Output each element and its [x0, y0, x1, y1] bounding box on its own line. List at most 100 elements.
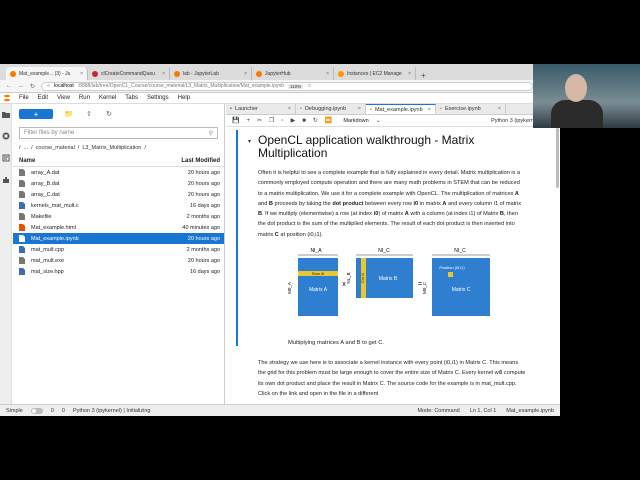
- file-row[interactable]: array_A.dat 20 hours ago: [13, 167, 224, 178]
- menu-tabs[interactable]: Tabs: [125, 95, 138, 101]
- fast-forward-icon[interactable]: ⏩: [325, 117, 332, 124]
- close-tab-icon[interactable]: ×: [162, 71, 165, 77]
- cursor-position[interactable]: Ln 1, Col 1: [470, 408, 497, 414]
- breadcrumb-item[interactable]: course_material: [36, 145, 75, 151]
- paragraph-text: and: [258, 200, 269, 207]
- file-row[interactable]: Makefile 2 months ago: [13, 211, 224, 222]
- paragraph-text: between every row: [363, 200, 414, 207]
- cut-icon[interactable]: ✂: [257, 117, 262, 124]
- kernel-count[interactable]: 0: [62, 408, 65, 414]
- paragraph-text: Often it is helpful to see a complete ex…: [258, 170, 521, 197]
- close-tab-icon[interactable]: ×: [288, 106, 291, 112]
- copy-icon[interactable]: ❐: [269, 117, 274, 124]
- running-kernels-icon[interactable]: [2, 132, 10, 140]
- menu-view[interactable]: View: [57, 95, 70, 101]
- file-modified: 20 hours ago: [187, 180, 220, 187]
- file-modified: 40 minutes ago: [182, 224, 220, 231]
- file-row[interactable]: mat_size.hpp 16 days ago: [13, 266, 224, 277]
- command-palette-icon[interactable]: [2, 154, 10, 162]
- new-launcher-button[interactable]: +: [19, 109, 53, 119]
- stop-icon[interactable]: ■: [302, 118, 306, 124]
- document-tab[interactable]: ▪ Launcher ×: [226, 104, 296, 114]
- file-row[interactable]: array_C.dat 20 hours ago: [13, 189, 224, 200]
- folder-icon[interactable]: [1, 110, 10, 118]
- insert-cell-icon[interactable]: +: [246, 118, 250, 124]
- browser-tab[interactable]: JupyterHub ×: [252, 67, 334, 80]
- close-tab-icon[interactable]: ×: [326, 71, 329, 77]
- collapse-caret-icon[interactable]: ▾: [248, 136, 251, 149]
- reload-icon[interactable]: ↻: [30, 83, 35, 90]
- close-tab-icon[interactable]: ×: [428, 107, 431, 113]
- file-row[interactable]: mat_mult.cpp 2 months ago: [13, 244, 224, 255]
- menu-file[interactable]: File: [19, 95, 29, 101]
- paragraph-text: at position (i0,i1).: [278, 231, 323, 238]
- back-icon[interactable]: ←: [6, 83, 12, 89]
- document-tab[interactable]: ▪ Exercise.ipynb ×: [436, 104, 506, 114]
- close-tab-icon[interactable]: ×: [80, 71, 83, 77]
- paragraph-text: proceeds by taking the: [272, 200, 333, 207]
- heading-text: OpenCL application walkthrough - Matrix …: [258, 133, 475, 160]
- close-tab-icon[interactable]: ×: [498, 106, 501, 112]
- browser-tab[interactable]: Instances | EC2 Manage ×: [334, 67, 416, 80]
- simple-mode-toggle[interactable]: [30, 407, 43, 414]
- markdown-cell[interactable]: ▾ OpenCL application walkthrough - Matri…: [248, 130, 526, 347]
- mode-indicator: Mode: Command: [417, 407, 460, 414]
- extensions-puzzle-icon[interactable]: [2, 176, 10, 184]
- close-tab-icon[interactable]: ×: [408, 71, 411, 77]
- active-cell-indicator: [236, 130, 238, 346]
- notebook-scrollbar[interactable]: [556, 128, 559, 188]
- paragraph-text: . If we multiply (elementwise) a row (at…: [262, 211, 374, 218]
- upload-icon[interactable]: ⇧: [85, 110, 93, 118]
- menu-settings[interactable]: Settings: [147, 95, 169, 101]
- file-row[interactable]: array_B.dat 20 hours ago: [13, 178, 224, 189]
- file-row[interactable]: Mat_example.ipynb 20 hours ago: [13, 233, 224, 244]
- notebook-icon: [19, 235, 25, 242]
- menu-run[interactable]: Run: [79, 95, 90, 101]
- browser-tab[interactable]: Mat_example... (3) - Ju ×: [6, 67, 88, 80]
- name-column-header[interactable]: Name: [19, 158, 35, 164]
- menu-edit[interactable]: Edit: [38, 95, 48, 101]
- cell-type-select[interactable]: Markdown: [343, 118, 368, 124]
- forward-icon[interactable]: →: [18, 83, 24, 89]
- breadcrumb-item[interactable]: ...: [24, 145, 29, 151]
- close-tab-icon[interactable]: ×: [358, 106, 361, 112]
- new-tab-icon[interactable]: +: [416, 71, 431, 80]
- menu-kernel[interactable]: Kernel: [99, 95, 116, 101]
- restart-icon[interactable]: ↻: [313, 117, 318, 124]
- paste-icon[interactable]: ▫: [281, 118, 283, 124]
- terminal-count[interactable]: 0: [51, 408, 54, 414]
- file-row[interactable]: Mat_example.html 40 minutes ago: [13, 222, 224, 233]
- bookmark-star-icon[interactable]: ☆: [307, 83, 311, 89]
- url-host: localhost: [54, 83, 74, 89]
- document-tab[interactable]: ▪ Mat_example.ipynb ×: [366, 104, 436, 114]
- save-icon[interactable]: 💾: [232, 117, 239, 124]
- notebook-content[interactable]: ▾ OpenCL application walkthrough - Matri…: [226, 128, 556, 404]
- tab-favicon-icon: [338, 70, 344, 77]
- browser-tab[interactable]: clCreateCommandQueu ×: [88, 67, 170, 80]
- last-modified-column-header[interactable]: Last Modified: [181, 158, 220, 164]
- document-tab[interactable]: ▪ Debugging.ipynb ×: [296, 104, 366, 114]
- file-modified: 2 months ago: [186, 246, 220, 253]
- notebook-icon: ▪: [370, 106, 372, 113]
- run-icon[interactable]: ▶: [291, 117, 296, 124]
- zoom-level[interactable]: 110%: [288, 83, 304, 89]
- document-tab-label: Debugging.ipynb: [304, 106, 347, 112]
- new-folder-icon[interactable]: 📁: [65, 110, 74, 118]
- file-name: Mat_example.ipynb: [31, 235, 79, 242]
- file-icon: [19, 213, 25, 220]
- close-tab-icon[interactable]: ×: [244, 71, 247, 77]
- breadcrumb-item[interactable]: L3_Matrix_Multiplication: [82, 145, 141, 151]
- menu-help[interactable]: Help: [178, 95, 190, 101]
- m-a-side-label: M0_A: [287, 282, 292, 294]
- file-row[interactable]: mat_mult.exe 20 hours ago: [13, 255, 224, 266]
- browser-tab[interactable]: lab - JupyterLab ×: [170, 67, 252, 80]
- url-bar[interactable]: ○ localhost:8888/lab/tree/OpenCL_Course/…: [41, 81, 534, 91]
- kernel-status[interactable]: Python 3 (ipykernel) | Initializing: [73, 408, 151, 414]
- file-row[interactable]: kernels_mat_mult.c 16 days ago: [13, 200, 224, 211]
- file-modified: 16 days ago: [190, 202, 220, 209]
- chevron-down-icon[interactable]: ⌄: [376, 117, 381, 124]
- jupyter-logo-icon: [4, 94, 10, 102]
- matrix-multiplication-figure: NI_A Row i0 Matrix A M0_A x NI_C Col i1 …: [258, 246, 526, 338]
- filter-files-input[interactable]: Filter files by name ⚲: [19, 127, 218, 139]
- refresh-icon[interactable]: ↻: [105, 110, 113, 118]
